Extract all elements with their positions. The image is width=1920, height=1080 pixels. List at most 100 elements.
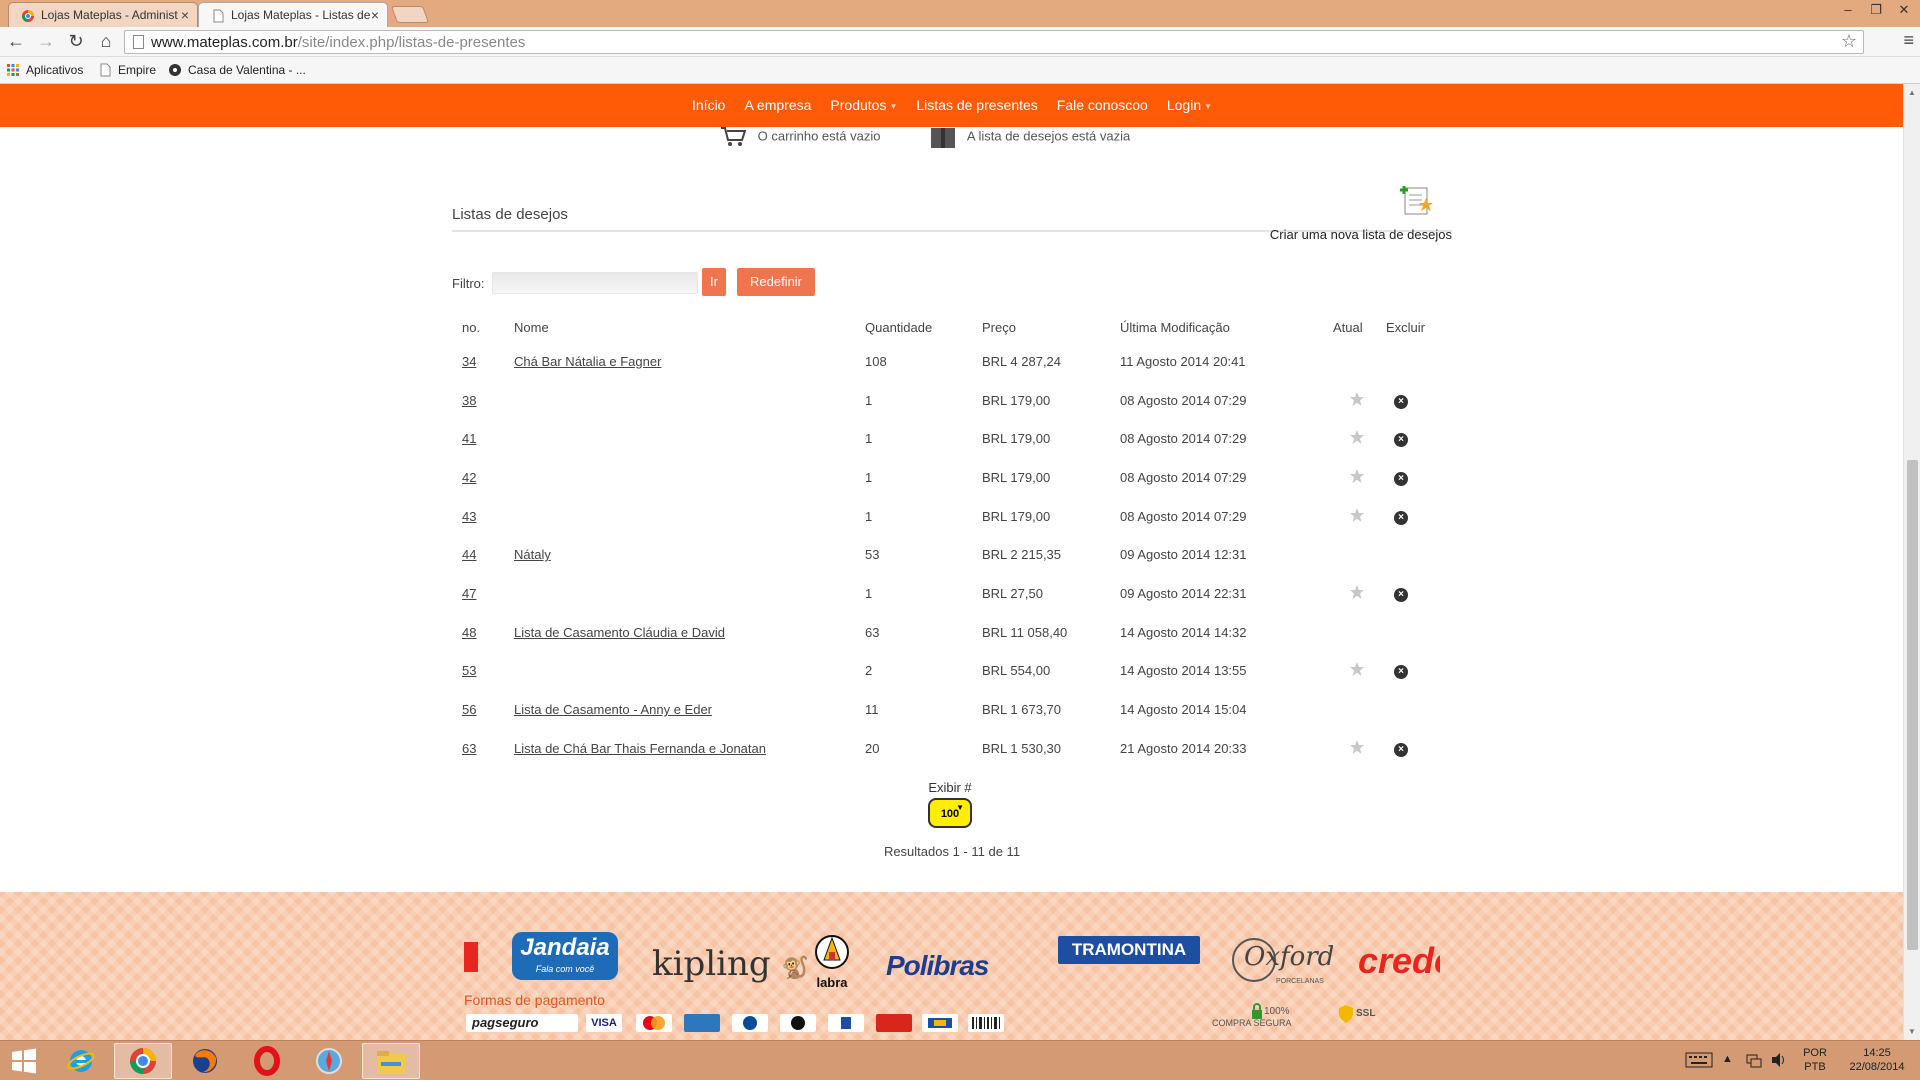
row-number-link[interactable]: 34 (462, 354, 476, 369)
keyboard-icon[interactable] (1684, 1052, 1714, 1071)
col-nome[interactable]: Nome (510, 312, 861, 342)
address-bar[interactable]: www.mateplas.com.br/site/index.php/lista… (124, 30, 1864, 54)
taskbar-explorer[interactable] (362, 1043, 420, 1079)
nav-item-listas[interactable]: Listas de presentes (916, 97, 1037, 113)
language-indicator[interactable]: POR PTB (1798, 1046, 1832, 1074)
brand-logo-polibras[interactable]: Polibras (886, 950, 989, 982)
nav-item-contato[interactable]: Fale conoscoo (1057, 97, 1148, 113)
row-number-link[interactable]: 53 (462, 663, 476, 678)
brand-logo-labra[interactable]: labra (812, 934, 852, 990)
taskbar-opera[interactable] (238, 1043, 296, 1079)
create-wishlist-button[interactable]: Criar uma nova lista de desejos (1252, 184, 1452, 242)
star-icon[interactable] (1349, 739, 1365, 755)
bookmark-star-icon[interactable]: ☆ (1841, 31, 1857, 52)
delete-icon[interactable]: × (1394, 742, 1408, 757)
table-row: 34 Chá Bar Nátalia e Fagner 108 BRL 4 287,2… (452, 342, 1452, 381)
nav-item-produtos[interactable]: Produtos ▼ (830, 97, 897, 113)
star-icon[interactable] (1349, 391, 1365, 407)
tab-admin[interactable]: Lojas Mateplas - Administ × (8, 2, 198, 27)
layout-code: PTB (1804, 1061, 1826, 1073)
page-scrollbar[interactable]: ▲ ▼ (1903, 84, 1920, 1040)
tab-close-icon[interactable]: × (181, 7, 189, 23)
nav-item-inicio[interactable]: Início (692, 97, 725, 113)
minimize-icon[interactable]: ‒ (1834, 2, 1862, 17)
bookmark-empire[interactable]: Empire (98, 63, 156, 77)
taskbar-chrome[interactable] (114, 1043, 172, 1079)
row-number-link[interactable]: 63 (462, 741, 476, 756)
row-name-link[interactable]: Lista de Casamento - Anny e Eder (514, 702, 712, 717)
wishlist-status[interactable]: A lista de desejos está vazia (930, 126, 1130, 148)
row-number-link[interactable]: 48 (462, 625, 476, 640)
scroll-down-icon[interactable]: ▼ (1908, 1027, 1916, 1036)
clock[interactable]: 14:25 22/08/2014 (1840, 1046, 1914, 1074)
home-icon[interactable]: ⌂ (94, 31, 118, 51)
star-icon[interactable] (1349, 661, 1365, 677)
row-number-link[interactable]: 44 (462, 547, 476, 562)
row-name-link[interactable]: Lista de Chá Bar Thais Fernanda e Jonata… (514, 741, 766, 756)
reload-icon[interactable]: ↻ (64, 31, 88, 51)
taskbar-ie[interactable] (52, 1043, 110, 1079)
row-number-link[interactable]: 43 (462, 509, 476, 524)
go-button[interactable]: Ir (702, 268, 726, 296)
row-name-link[interactable]: Lista de Casamento Cláudia e David (514, 625, 725, 640)
star-icon[interactable] (1349, 584, 1365, 600)
bookmark-casa-valentina[interactable]: Casa de Valentina - ... (168, 63, 306, 77)
payment-label: pagseguro (472, 1015, 539, 1030)
tab-listas[interactable]: Lojas Mateplas - Listas de × (198, 2, 388, 27)
delete-icon[interactable]: × (1394, 433, 1408, 448)
delete-icon[interactable]: × (1394, 471, 1408, 486)
filter-input[interactable] (492, 272, 698, 294)
tab-close-icon[interactable]: × (371, 7, 379, 23)
col-no[interactable]: no. (452, 312, 510, 342)
brand-logo-credeal[interactable]: credeal (1358, 940, 1440, 982)
table-cell (1382, 690, 1452, 729)
tray-expand-icon[interactable]: ▲ (1722, 1053, 1733, 1065)
star-icon[interactable] (1349, 507, 1365, 523)
page-viewport: Início A empresa Produtos ▼ Listas de pre… (0, 84, 1903, 1040)
row-number-link[interactable]: 38 (462, 393, 476, 408)
table-cell (510, 381, 861, 420)
row-modified: 08 Agosto 2014 07:29 (1120, 431, 1247, 447)
table-row: 44 Nátaly 53 BRL 2 215,35 09 Agosto 2014 12:… (452, 535, 1452, 574)
network-icon[interactable] (1746, 1052, 1762, 1071)
brand-logo-jandaia[interactable]: Jandaia Fala com você (512, 932, 618, 980)
reset-button[interactable]: Redefinir (737, 268, 815, 296)
row-number-link[interactable]: 41 (462, 431, 476, 446)
volume-icon[interactable] (1770, 1052, 1788, 1071)
delete-icon[interactable]: × (1394, 394, 1408, 409)
delete-icon[interactable]: × (1394, 587, 1408, 602)
brand-logo-kipling[interactable]: kipling 🐒 (652, 944, 809, 984)
brand-logo-oxford[interactable]: Oxford PORCELANAS (1230, 938, 1334, 988)
forward-icon[interactable]: → (34, 31, 58, 51)
col-quantidade[interactable]: Quantidade (861, 312, 978, 342)
delete-icon[interactable]: × (1394, 510, 1408, 525)
row-number-link[interactable]: 42 (462, 470, 476, 485)
new-tab-button[interactable] (390, 6, 430, 23)
bookmark-apps[interactable]: Aplicativos (6, 63, 83, 77)
brand-logo-partial[interactable] (464, 942, 478, 972)
close-window-icon[interactable]: ✕ (1890, 2, 1918, 18)
row-number-link[interactable]: 56 (462, 702, 476, 717)
taskbar-safari[interactable] (300, 1043, 358, 1079)
star-icon[interactable] (1349, 468, 1365, 484)
nav-item-login[interactable]: Login ▼ (1167, 97, 1212, 113)
row-modified: 11 Agosto 2014 20:41 (1120, 353, 1246, 369)
nav-item-empresa[interactable]: A empresa (744, 97, 811, 113)
brand-logo-tramontina[interactable]: TRAMONTINA (1058, 936, 1200, 964)
row-number-link[interactable]: 47 (462, 586, 476, 601)
scroll-up-icon[interactable]: ▲ (1908, 88, 1916, 97)
scrollbar-thumb[interactable] (1907, 460, 1918, 950)
star-icon[interactable] (1349, 429, 1365, 445)
delete-icon[interactable]: × (1394, 665, 1408, 680)
cart-status[interactable]: O carrinho está vazio (720, 126, 880, 148)
taskbar-firefox[interactable] (176, 1043, 234, 1079)
chrome-menu-icon[interactable]: ≡ (1903, 30, 1914, 51)
row-name-link[interactable]: Nátaly (514, 547, 551, 562)
col-preco[interactable]: Preço (978, 312, 1116, 342)
page-size-select[interactable]: 100 ▼ (928, 798, 972, 828)
back-icon[interactable]: ← (4, 31, 28, 51)
col-modificacao[interactable]: Última Modificação (1116, 312, 1329, 342)
restore-icon[interactable]: ❐ (1862, 2, 1890, 18)
start-button[interactable] (0, 1043, 48, 1079)
row-name-link[interactable]: Chá Bar Nátalia e Fagner (514, 354, 661, 369)
